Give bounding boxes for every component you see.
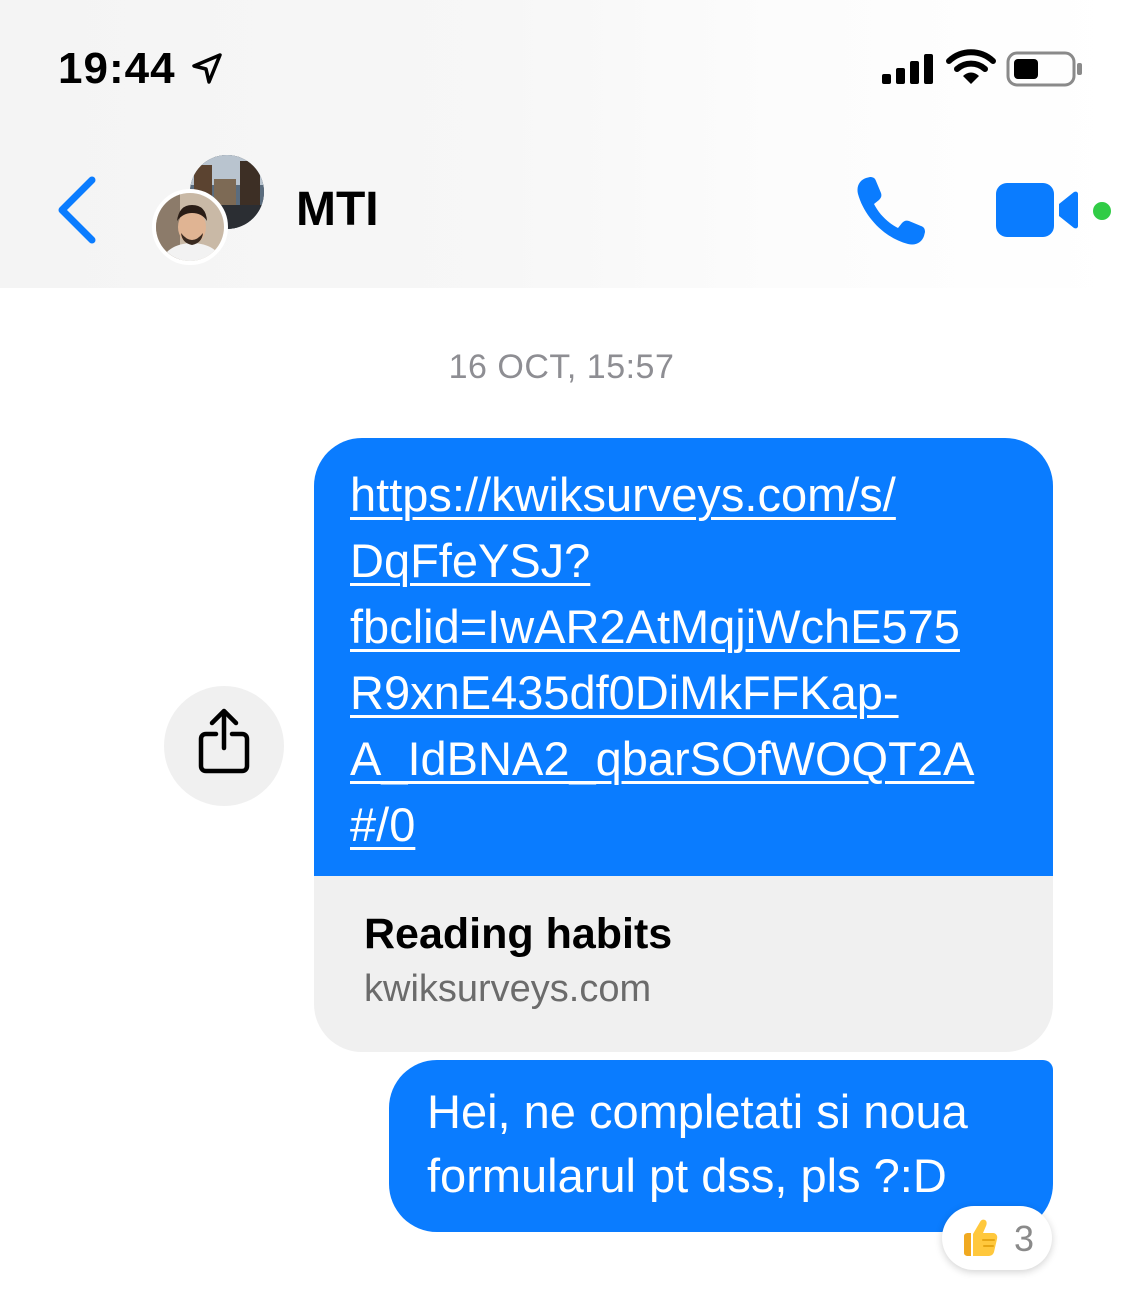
online-status-dot [1090,199,1114,223]
status-time: 19:44 [58,44,176,93]
reaction-badge[interactable]: 3 [942,1206,1052,1270]
timestamp-text: 16 OCT, 15:57 [448,348,675,386]
location-arrow-icon [192,53,222,84]
share-button[interactable] [164,686,284,806]
chat-title[interactable]: MTI [296,182,379,238]
header: 19:44 MTI [0,0,1125,288]
link-message-bubble[interactable]: https://kwiksurveys.com/s/ DqFfeYSJ? fbc… [314,438,1053,1052]
link-preview-domain: kwiksurveys.com [364,968,652,1010]
group-avatar[interactable] [152,155,268,267]
link-message-body: https://kwiksurveys.com/s/ DqFfeYSJ? fbc… [314,438,1053,876]
battery-icon [1006,51,1082,87]
avatar [152,189,228,265]
link-preview-title[interactable]: Reading habits [364,910,672,959]
thumbs-up-icon [964,1219,998,1256]
message-link[interactable]: https://kwiksurveys.com/s/ DqFfeYSJ? fbc… [350,462,1040,858]
share-icon [198,708,250,774]
back-button[interactable] [50,170,110,250]
video-call-button[interactable] [994,180,1082,240]
reaction-count: 3 [1014,1218,1035,1259]
wifi-icon [946,49,996,84]
text-message-bubble[interactable]: Hei, ne completati si noua formularul pt… [389,1060,1053,1232]
message-text: Hei, ne completati si noua formularul pt… [427,1085,968,1202]
message-timestamp: 16 OCT, 15:57 [0,348,1125,387]
audio-call-button[interactable] [852,172,930,250]
cellular-signal-icon [882,54,933,84]
